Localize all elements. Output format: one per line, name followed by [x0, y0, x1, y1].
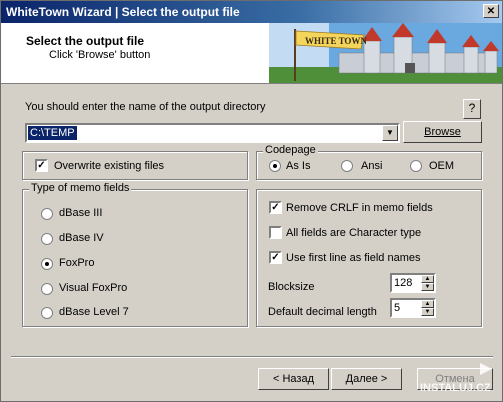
wizard-header: Select the output file Click 'Browse' bu… [1, 23, 502, 84]
memo-type-title: Type of memo fields [29, 182, 132, 194]
castle-banner-image: WHITE TOWN [269, 23, 502, 83]
header-subtitle: Click 'Browse' button [49, 49, 151, 61]
output-prompt-label: You should enter the name of the output … [25, 101, 266, 113]
decimal-length-label: Default decimal length [268, 306, 377, 318]
browse-button[interactable]: Browse [403, 121, 482, 143]
codepage-radio-oem[interactable] [410, 160, 422, 172]
memo-radio-dbase7[interactable] [41, 307, 53, 319]
memo-radio-dbase3[interactable] [41, 208, 53, 220]
memo-type-group: Type of memo fields dBase III dBase IV F… [22, 182, 248, 327]
blocksize-down-icon[interactable]: ▼ [421, 283, 434, 291]
close-icon[interactable]: ✕ [483, 4, 499, 18]
window-title: WhiteTown Wizard | Select the output fil… [6, 5, 240, 19]
remove-crlf-checkbox[interactable]: ✓ [269, 201, 282, 214]
blocksize-up-icon[interactable]: ▲ [421, 275, 434, 283]
banner-text: WHITE TOWN [305, 36, 367, 46]
decimal-down-icon[interactable]: ▼ [421, 308, 434, 316]
codepage-title: Codepage [263, 144, 318, 156]
memo-radio-visual-foxpro[interactable] [41, 283, 53, 295]
chevron-down-icon[interactable]: ▼ [382, 125, 398, 141]
codepage-label-ansi: Ansi [361, 160, 383, 172]
overwrite-checkbox[interactable]: ✓ [35, 159, 48, 172]
codepage-label-asis: As Is [286, 160, 311, 172]
memo-label-foxpro: FoxPro [59, 257, 95, 269]
first-line-label: Use first line as field names [286, 252, 421, 264]
back-button[interactable]: < Назад [258, 368, 329, 390]
memo-label-dbase4: dBase IV [59, 232, 104, 244]
overwrite-label: Overwrite existing files [54, 160, 165, 172]
remove-crlf-label: Remove CRLF in memo fields [286, 202, 433, 214]
codepage-radio-ansi[interactable] [341, 160, 353, 172]
all-char-checkbox[interactable] [269, 226, 282, 239]
codepage-label-oem: OEM [429, 160, 455, 172]
memo-label-visual-foxpro: Visual FoxPro [59, 282, 128, 294]
next-button[interactable]: Далее > [331, 368, 402, 390]
codepage-group: Codepage As Is Ansi OEM [256, 144, 482, 180]
first-line-checkbox[interactable]: ✓ [269, 251, 282, 264]
browse-button-label: Browse [424, 126, 461, 138]
wizard-window: WhiteTown Wizard | Select the output fil… [0, 0, 503, 402]
memo-radio-dbase4[interactable] [41, 233, 53, 245]
title-bar[interactable]: WhiteTown Wizard | Select the output fil… [1, 1, 502, 23]
blocksize-spinner[interactable]: 128 ▲ ▼ [390, 273, 436, 293]
decimal-length-spinner[interactable]: 5 ▲ ▼ [390, 298, 436, 318]
blocksize-label: Blocksize [268, 281, 315, 293]
output-path-value[interactable]: C:\TEMP [28, 126, 77, 140]
decimal-up-icon[interactable]: ▲ [421, 300, 434, 308]
memo-label-dbase3: dBase III [59, 207, 103, 219]
overwrite-group: ✓ Overwrite existing files [22, 151, 248, 180]
all-char-label: All fields are Character type [286, 227, 422, 239]
help-button[interactable]: ? [463, 99, 481, 119]
header-title: Select the output file [26, 34, 145, 48]
watermark-text: INSTALUJ.CZ [420, 382, 491, 394]
memo-label-dbase7: dBase Level 7 [59, 306, 129, 318]
options-group: ✓ Remove CRLF in memo fields All fields … [256, 189, 482, 327]
decimal-length-value[interactable]: 5 [394, 302, 400, 314]
watermark: INSTALUJ.CZ [418, 361, 500, 399]
output-path-combobox[interactable]: C:\TEMP ▼ [25, 123, 400, 143]
footer-separator [11, 356, 493, 358]
codepage-radio-asis[interactable] [269, 160, 281, 172]
memo-radio-foxpro[interactable] [41, 258, 53, 270]
blocksize-value[interactable]: 128 [394, 277, 412, 289]
